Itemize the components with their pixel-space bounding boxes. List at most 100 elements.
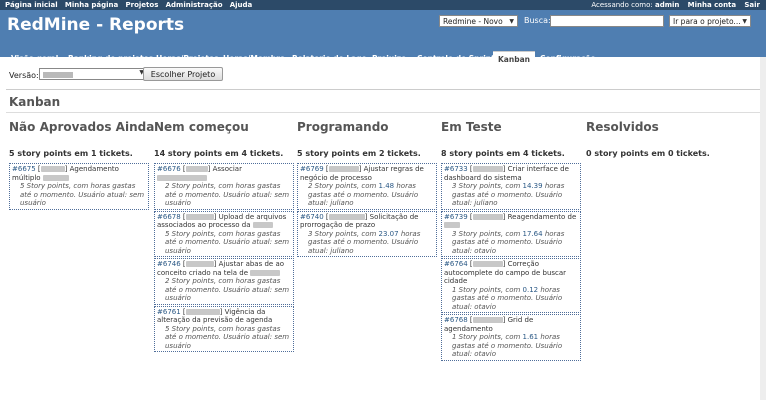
ticket-id-link[interactable]: #6733	[444, 165, 468, 173]
choose-project-button[interactable]: Escolher Projeto	[143, 67, 223, 81]
ticket-meta: 1 Story points, com 1.61 horas gastas at…	[444, 333, 578, 359]
chevron-down-icon: ▼	[509, 18, 514, 25]
ticket-meta: 2 Story points, com horas gastas até o m…	[165, 277, 290, 302]
chevron-down-icon: ▼	[742, 18, 747, 25]
ticket-meta: 2 Story points, com horas gastas até o m…	[165, 182, 290, 207]
logged-user[interactable]: admin	[655, 1, 679, 9]
hours-spent[interactable]: 1.48	[379, 182, 395, 190]
ticket-id-link[interactable]: #6675	[12, 165, 36, 173]
meta-points: 3 Story points, com	[452, 229, 521, 238]
ticket-id-link[interactable]: #6740	[300, 213, 324, 221]
header: RedMine - Reports Redmine - Novo ▼ Busca…	[0, 10, 766, 67]
ticket-id-link[interactable]: #6676	[157, 165, 181, 173]
redacted-author	[328, 213, 365, 220]
ticket-title: Associar	[212, 165, 242, 173]
ticket-card[interactable]: #6769 [] Ajustar regras de negócio de pr…	[297, 163, 437, 210]
redacted-author	[185, 166, 208, 172]
ticket-id-link[interactable]: #6761	[157, 308, 181, 316]
redacted-version	[43, 72, 73, 78]
column-title: Nem começou	[154, 120, 249, 134]
redacted-author	[328, 166, 359, 172]
column-summary: 5 story points em 1 tickets.	[9, 149, 133, 158]
ticket-id-link[interactable]: #6768	[444, 316, 468, 324]
tab-project-ranking[interactable]: Ranking de projetos	[63, 51, 158, 67]
logout-link[interactable]: Sair	[744, 1, 760, 9]
hours-spent[interactable]: 23.07	[379, 230, 399, 238]
ticket-title: Reagendamento de	[507, 212, 577, 221]
ticket-card[interactable]: #6733 [] Criar interface de dashboard do…	[441, 163, 581, 210]
hours-spent[interactable]: 0.12	[523, 286, 539, 294]
ticket-meta: 5 Story points, com horas gastas até o m…	[165, 324, 290, 350]
ticket-id-link[interactable]: #6678	[157, 213, 181, 221]
redacted-author	[472, 261, 503, 267]
logged-as-prefix: Acessando como:	[591, 1, 653, 9]
search-label: Busca:	[524, 16, 551, 25]
redacted-author	[40, 166, 65, 172]
ticket-card[interactable]: #6739 [] Reagendamento de 3 Story points…	[441, 210, 581, 257]
ticket-card[interactable]: #6764 [] Correção autocomplete do campo …	[441, 258, 581, 313]
menu-home-link[interactable]: Página inicial	[5, 1, 58, 9]
jump-select-value: Ir para o projeto...	[673, 17, 741, 26]
column-title: Não Aprovados Ainda	[9, 120, 155, 134]
tab-hours-member[interactable]: Horas/Membro	[218, 51, 290, 67]
redacted-author	[472, 317, 503, 323]
ticket-card[interactable]: #6676 [] Associar 2 Story points, com ho…	[154, 163, 294, 210]
redacted-author	[472, 166, 503, 172]
column-title: Programando	[297, 120, 389, 134]
ticket-card[interactable]: #6678 [] Upload de arquivos associados a…	[154, 210, 294, 257]
logged-as-text: Acessando como: admin	[585, 1, 679, 9]
redacted-author	[472, 213, 503, 220]
divider	[6, 112, 760, 113]
menu-help-link[interactable]: Ajuda	[230, 1, 253, 9]
hours-spent[interactable]: 1.61	[523, 333, 539, 341]
ticket-id-link[interactable]: #6769	[300, 165, 324, 173]
tab-kanban[interactable]: Kanban	[493, 51, 535, 67]
ticket-meta: 5 Story points, com horas gastas até o m…	[20, 182, 145, 207]
ticket-card[interactable]: #6740 [] Solicitação de prorrogação de p…	[297, 210, 437, 257]
tab-overview[interactable]: Visão geral	[6, 51, 63, 67]
menu-admin-link[interactable]: Administração	[166, 1, 223, 9]
page-title: Kanban	[9, 95, 61, 109]
project-select[interactable]: Redmine - Novo ▼	[439, 15, 518, 27]
redacted-text	[252, 222, 273, 228]
redacted-text	[157, 174, 207, 181]
ticket-meta: 3 Story points, com 17.64 horas gastas a…	[444, 230, 578, 256]
redacted-text	[250, 269, 281, 276]
tab-loss[interactable]: Prejuizo	[367, 51, 411, 67]
column-title: Em Teste	[441, 120, 502, 134]
ticket-id-link[interactable]: #6764	[444, 260, 468, 268]
search-input[interactable]	[550, 15, 664, 27]
page-scrollbar[interactable]	[760, 57, 766, 400]
jump-to-project-select[interactable]: Ir para o projeto... ▼	[669, 15, 751, 27]
redacted-text	[444, 222, 460, 228]
meta-points: 1 Story points, com	[452, 285, 521, 294]
ticket-card[interactable]: #6768 [] Grid de agendamento 1 Story poi…	[441, 314, 581, 361]
version-label: Versão:	[9, 71, 39, 80]
menu-my-page-link[interactable]: Minha página	[65, 1, 118, 9]
ticket-id-link[interactable]: #6739	[444, 213, 468, 221]
ticket-id-link[interactable]: #6746	[157, 260, 181, 268]
version-select[interactable]: ▼	[39, 68, 148, 80]
ticket-meta: 5 Story points, com horas gastas até o m…	[165, 229, 290, 255]
tab-hours-projects[interactable]: Horas/Projetos	[151, 51, 224, 67]
meta-points: 3 Story points, com	[308, 229, 377, 238]
ticket-card[interactable]: #6746 [] Ajustar abas de ao conceito cri…	[154, 258, 294, 305]
tab-lage-report[interactable]: Relatorio do Lage	[287, 51, 372, 67]
column-summary: 8 story points em 4 tickets.	[441, 149, 565, 158]
tab-sprint-control[interactable]: Controle de Sprint	[412, 51, 500, 67]
tab-settings[interactable]: Configuração	[535, 51, 601, 67]
ticket-meta: 3 Story points, com 23.07 horas gastas a…	[300, 230, 434, 256]
project-select-value: Redmine - Novo	[443, 17, 503, 26]
redacted-author	[185, 261, 214, 267]
top-menu: Página inicial Minha página Projetos Adm…	[0, 0, 766, 10]
column-title: Resolvidos	[586, 120, 659, 134]
column-summary: 0 story points em 0 tickets.	[586, 149, 710, 158]
hours-spent[interactable]: 14.39	[523, 182, 543, 190]
my-account-link[interactable]: Minha conta	[688, 1, 737, 9]
ticket-meta: 1 Story points, com 0.12 horas gastas at…	[444, 286, 578, 312]
hours-spent[interactable]: 17.64	[523, 230, 543, 238]
meta-points: 1 Story points, com	[452, 333, 521, 341]
menu-projects-link[interactable]: Projetos	[126, 1, 159, 9]
ticket-card[interactable]: #6675 [] Agendamento múltiplo 5 Story po…	[9, 163, 149, 210]
ticket-card[interactable]: #6761 [] Vigência da alteração da previs…	[154, 305, 294, 352]
